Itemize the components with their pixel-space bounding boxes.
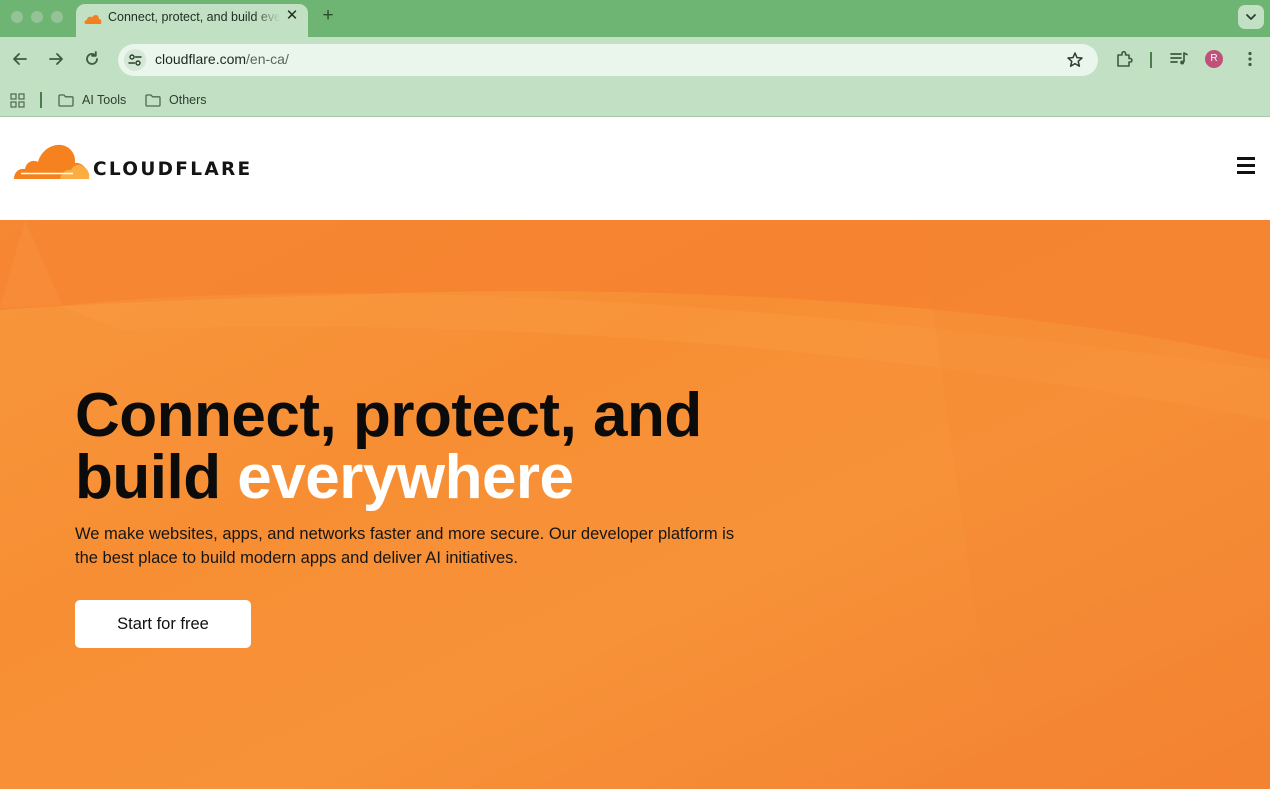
hero-title-line2: build — [75, 443, 238, 512]
hero-title-accent: everywhere — [237, 443, 574, 512]
media-controls-icon[interactable] — [1169, 49, 1189, 69]
apps-grid-icon[interactable] — [10, 93, 25, 108]
bookmark-folder-others[interactable]: Others — [145, 91, 207, 109]
chevron-down-icon — [1246, 14, 1256, 20]
logo-wordmark: CLOUDFLARE — [93, 159, 253, 180]
profile-avatar[interactable]: R — [1205, 50, 1223, 68]
site-header: CLOUDFLARE — [0, 118, 1270, 220]
site-info-button[interactable] — [124, 49, 146, 71]
hero-title: Connect, protect, and build everywhere — [75, 385, 702, 509]
url-host: cloudflare.com — [155, 51, 247, 67]
folder-icon — [145, 93, 161, 107]
window-minimize-button[interactable] — [31, 11, 43, 23]
toolbar-separator — [1150, 52, 1152, 68]
star-icon[interactable] — [1066, 51, 1084, 69]
forward-arrow-icon[interactable] — [46, 49, 66, 69]
hero-section: Connect, protect, and build everywhere W… — [0, 220, 1270, 789]
cloudflare-favicon-icon — [84, 15, 102, 24]
tab-title: Connect, protect, and build everywhere — [108, 10, 280, 24]
tab-strip: Connect, protect, and build everywhere ✕… — [0, 0, 1270, 37]
start-for-free-button[interactable]: Start for free — [75, 600, 251, 648]
tab-search-button[interactable] — [1238, 5, 1264, 29]
bookmark-label: Others — [169, 93, 207, 107]
cloudflare-cloud-icon — [14, 144, 90, 179]
folder-icon — [58, 93, 74, 107]
tab-close-icon[interactable]: ✕ — [284, 8, 300, 24]
bookmarks-bar: AI Tools Others — [0, 82, 1270, 117]
hero-title-line1: Connect, protect, and — [75, 381, 702, 450]
more-vert-icon[interactable] — [1240, 49, 1260, 69]
window-close-button[interactable] — [11, 11, 23, 23]
reload-icon[interactable] — [82, 49, 102, 69]
url-path: /en-ca/ — [246, 51, 289, 67]
hamburger-menu-icon[interactable] — [1237, 157, 1257, 175]
back-arrow-icon[interactable] — [10, 49, 30, 69]
site-info-icon — [128, 54, 142, 66]
bookmark-folder-ai-tools[interactable]: AI Tools — [58, 91, 126, 109]
browser-toolbar: cloudflare.com/en-ca/ R — [0, 37, 1270, 82]
window-zoom-button[interactable] — [51, 11, 63, 23]
address-bar[interactable]: cloudflare.com/en-ca/ — [118, 44, 1098, 76]
active-tab[interactable]: Connect, protect, and build everywhere ✕ — [76, 4, 308, 37]
hero-subtitle: We make websites, apps, and networks fas… — [75, 525, 735, 567]
extensions-icon[interactable] — [1115, 49, 1135, 69]
bookmarks-separator — [40, 92, 42, 108]
cloudflare-logo[interactable]: CLOUDFLARE — [14, 144, 253, 180]
url-text[interactable]: cloudflare.com/en-ca/ — [155, 51, 289, 67]
new-tab-button[interactable]: + — [318, 6, 338, 26]
bookmark-label: AI Tools — [82, 93, 127, 107]
